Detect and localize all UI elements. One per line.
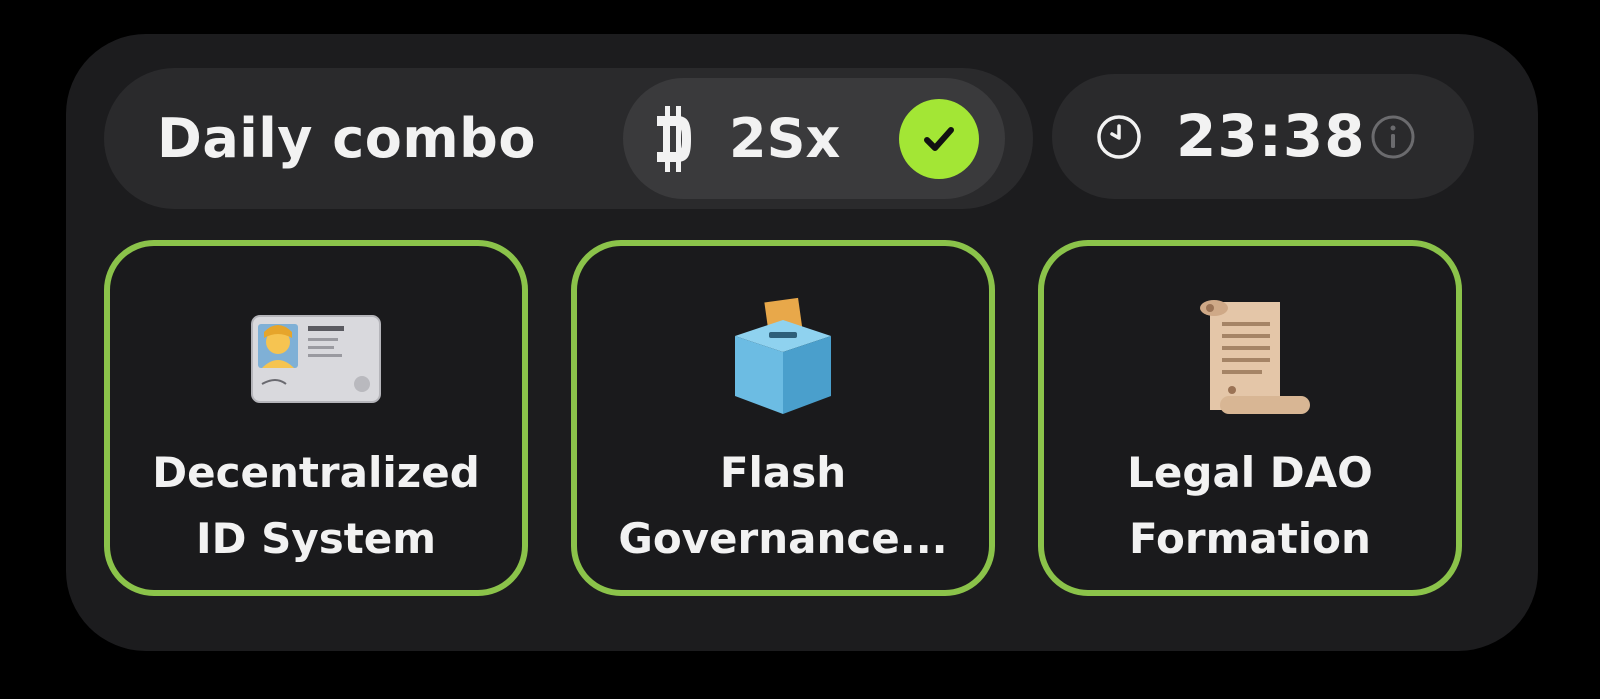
- card-label-line: Formation: [1129, 514, 1371, 563]
- coin-icon: [657, 106, 691, 172]
- card-label: Decentralized ID System: [120, 440, 512, 572]
- timer-pill: 23:38: [1052, 74, 1474, 199]
- card-label-line: Decentralized: [152, 448, 480, 497]
- timer-value: 23:38: [1176, 102, 1366, 170]
- info-icon[interactable]: [1370, 114, 1416, 160]
- combo-card-legal-dao[interactable]: Legal DAO Formation: [1038, 240, 1462, 596]
- card-label-line: Governance...: [618, 514, 948, 563]
- card-label: Flash Governance...: [587, 440, 979, 572]
- card-label-line: Legal DAO: [1127, 448, 1373, 497]
- id-card-icon: [251, 315, 381, 403]
- daily-combo-panel: Daily combo 2Sx 23:38 Decentralized ID S…: [66, 34, 1538, 651]
- combo-card-decentralized-id[interactable]: Decentralized ID System: [104, 240, 528, 596]
- card-label-line: ID System: [195, 514, 437, 563]
- clock-icon: [1097, 115, 1141, 159]
- check-icon: [924, 127, 954, 151]
- card-label-line: Flash: [719, 448, 847, 497]
- combo-card-flash-governance[interactable]: Flash Governance...: [571, 240, 995, 596]
- daily-combo-title: Daily combo: [157, 107, 536, 170]
- ballot-box-icon: [735, 297, 831, 414]
- claimed-check-badge: [899, 99, 979, 179]
- reward-amount: 2Sx: [729, 107, 841, 170]
- scroll-icon: [1200, 300, 1310, 414]
- card-label: Legal DAO Formation: [1054, 440, 1446, 572]
- daily-combo-header: Daily combo 2Sx: [104, 68, 1033, 209]
- reward-pill: 2Sx: [623, 78, 1005, 199]
